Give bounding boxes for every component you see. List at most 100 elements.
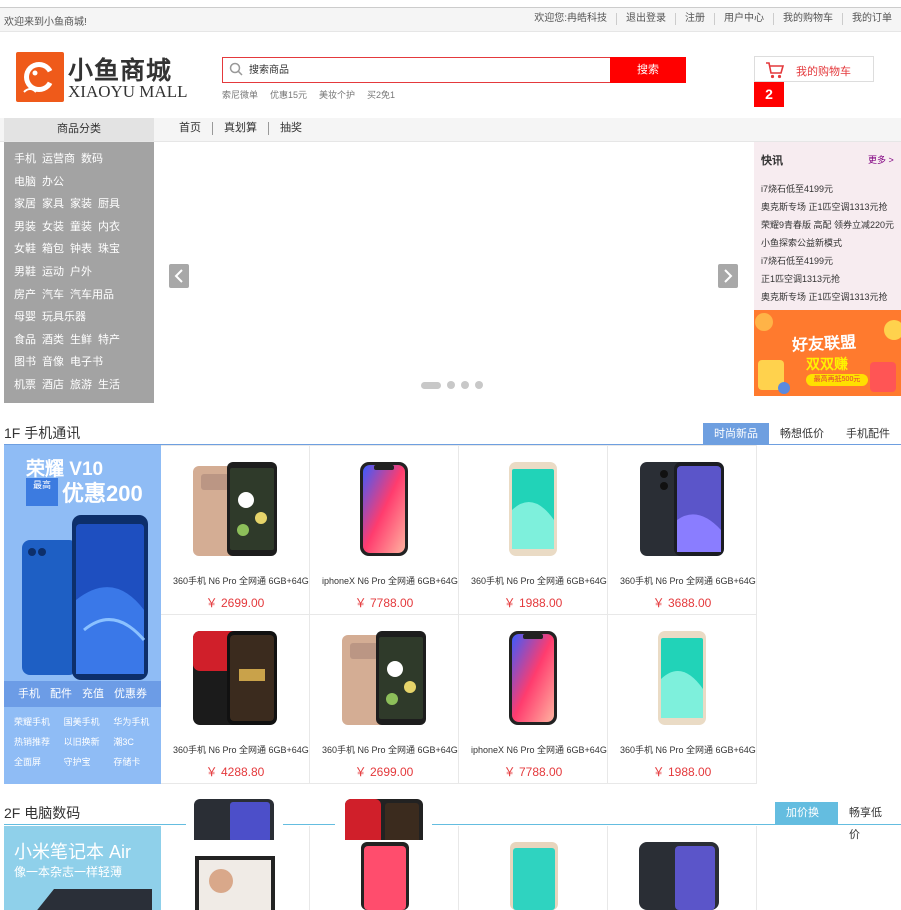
category-link[interactable]: 汽车 bbox=[42, 289, 64, 301]
floating-product-tile[interactable] bbox=[335, 797, 432, 840]
category-link[interactable]: 酒类 bbox=[42, 334, 64, 346]
product-name[interactable]: 360手机 N6 Pro 全网通 6GB+64GB bbox=[608, 574, 756, 587]
news-item[interactable]: 荣耀9青春版 高配 领券立减220元 bbox=[761, 216, 894, 234]
hot-word-link[interactable]: 买2免1 bbox=[367, 88, 395, 101]
carousel-dot[interactable] bbox=[475, 381, 483, 389]
product-card[interactable]: 360手机 N6 Pro 全网通 6GB+64GB ￥ 3688.00 bbox=[608, 446, 757, 615]
hot-word-link[interactable]: 优惠15元 bbox=[270, 88, 307, 101]
carousel-dot[interactable] bbox=[447, 381, 455, 389]
product-name[interactable]: iphoneX N6 Pro 全网通 6GB+64GB bbox=[310, 574, 458, 587]
product-name[interactable]: 360手机 N6 Pro 全网通 6GB+64GB bbox=[310, 743, 458, 756]
news-item[interactable]: 奥克斯专场 正1匹空调1313元抢 bbox=[761, 198, 894, 216]
banner-nav-accessories[interactable]: 配件 bbox=[50, 681, 72, 707]
tab-add-on-deal[interactable]: 加价换购 bbox=[775, 802, 838, 841]
category-link[interactable]: 图书 bbox=[14, 356, 36, 368]
category-link[interactable]: 办公 bbox=[42, 176, 64, 188]
category-link[interactable]: 男装 bbox=[14, 221, 36, 233]
banner-link[interactable]: 荣耀手机 bbox=[14, 715, 60, 728]
category-link[interactable]: 房产 bbox=[14, 289, 36, 301]
banner-link[interactable]: 华为手机 bbox=[113, 715, 159, 728]
hot-word-link[interactable]: 索尼微单 bbox=[222, 88, 258, 101]
category-title[interactable]: 商品分类 bbox=[4, 118, 154, 141]
floor2-banner[interactable]: 小米笔记本 Air 像一本杂志一样轻薄 bbox=[4, 826, 161, 910]
hot-word-link[interactable]: 美妆个护 bbox=[319, 88, 355, 101]
search-input[interactable] bbox=[249, 61, 549, 79]
user-greeting-link[interactable]: 欢迎您:冉皓科技 bbox=[525, 13, 616, 25]
category-link[interactable]: 女鞋 bbox=[14, 243, 36, 255]
register-link[interactable]: 注册 bbox=[675, 13, 714, 25]
banner-link[interactable]: 全面屏 bbox=[14, 755, 60, 768]
category-link[interactable]: 电子书 bbox=[70, 356, 103, 368]
banner-link[interactable]: 以旧换新 bbox=[64, 735, 110, 748]
my-cart-link[interactable]: 我的购物车 bbox=[773, 13, 842, 25]
category-link[interactable]: 家具 bbox=[42, 198, 64, 210]
category-link[interactable]: 内衣 bbox=[98, 221, 120, 233]
category-link[interactable]: 运营商 bbox=[42, 153, 75, 165]
category-link[interactable]: 酒店 bbox=[42, 379, 64, 391]
product-name[interactable]: 360手机 N6 Pro 全网通 6GB+64GB bbox=[608, 743, 756, 756]
banner-link[interactable]: 热销推荐 bbox=[14, 735, 60, 748]
product-card[interactable]: 360手机 N6 Pro 全网通 6GB+64GB ￥ 1988.00 bbox=[459, 446, 608, 615]
floor1-banner[interactable]: 荣耀 V10 最高 优惠200 手机 配件 充值 优惠券 荣耀手机 国美手机 华为手… bbox=[4, 445, 161, 784]
product-name[interactable]: 360手机 N6 Pro 全网通 6GB+64GB bbox=[161, 574, 309, 587]
category-link[interactable]: 家装 bbox=[70, 198, 92, 210]
banner-link[interactable]: 国美手机 bbox=[64, 715, 110, 728]
category-link[interactable]: 机票 bbox=[14, 379, 36, 391]
user-center-link[interactable]: 用户中心 bbox=[714, 13, 773, 25]
my-orders-link[interactable]: 我的订单 bbox=[842, 13, 901, 25]
news-item[interactable]: 小鱼探索公益新模式 bbox=[761, 234, 894, 252]
product-card[interactable]: iphoneX N6 Pro 全网通 6GB+64GB ￥ 7788.00 bbox=[459, 615, 608, 784]
banner-nav-recharge[interactable]: 充值 bbox=[82, 681, 104, 707]
category-link[interactable]: 手机 bbox=[14, 153, 36, 165]
category-link[interactable]: 运动 bbox=[42, 266, 64, 278]
category-link[interactable]: 生鲜 bbox=[70, 334, 92, 346]
news-item[interactable]: i7烧石低至4199元 bbox=[761, 252, 894, 270]
carousel-next-button[interactable] bbox=[718, 264, 738, 288]
banner-link[interactable]: 存储卡 bbox=[113, 755, 159, 768]
promo-ad[interactable]: 好友联盟 双双赚 最高再抵500元 bbox=[754, 310, 901, 396]
category-link[interactable]: 母婴 bbox=[14, 311, 36, 323]
tab-accessories[interactable]: 手机配件 bbox=[835, 423, 901, 445]
banner-link[interactable]: 潮3C bbox=[113, 735, 159, 748]
product-name[interactable]: iphoneX N6 Pro 全网通 6GB+64GB bbox=[459, 743, 607, 756]
category-link[interactable]: 童装 bbox=[70, 221, 92, 233]
carousel-prev-button[interactable] bbox=[169, 264, 189, 288]
tab-low-price[interactable]: 畅想低价 bbox=[769, 423, 835, 445]
banner-link[interactable]: 守护宝 bbox=[64, 755, 110, 768]
category-link[interactable]: 厨具 bbox=[98, 198, 120, 210]
news-item[interactable]: 正1匹空调1313元抢 bbox=[761, 270, 894, 288]
product-name[interactable]: 360手机 N6 Pro 全网通 6GB+64GB bbox=[459, 574, 607, 587]
category-link[interactable]: 箱包 bbox=[42, 243, 64, 255]
news-more-link[interactable]: 更多 > bbox=[868, 153, 894, 166]
news-item[interactable]: i7烧石低至4199元 bbox=[761, 180, 894, 198]
product-card[interactable]: 360手机 N6 Pro 全网通 6GB+64GB ￥ 2699.00 bbox=[161, 446, 310, 615]
news-item[interactable]: 奥克斯专场 正1匹空调1313元抢 bbox=[761, 288, 894, 306]
floating-product-tile[interactable] bbox=[186, 797, 283, 840]
product-card[interactable]: iphoneX N6 Pro 全网通 6GB+64GB ￥ 7788.00 bbox=[310, 446, 459, 615]
product-name[interactable]: 360手机 N6 Pro 全网通 6GB+64GB bbox=[161, 743, 309, 756]
tab-new-arrivals[interactable]: 时尚新品 bbox=[703, 423, 769, 445]
nav-lottery[interactable]: 抽奖 bbox=[268, 122, 313, 135]
category-link[interactable]: 女装 bbox=[42, 221, 64, 233]
product-card[interactable]: 360手机 N6 Pro 全网通 6GB+64GB ￥ 1988.00 bbox=[608, 615, 757, 784]
category-link[interactable]: 旅游 bbox=[70, 379, 92, 391]
category-link[interactable]: 音像 bbox=[42, 356, 64, 368]
category-link[interactable]: 特产 bbox=[98, 334, 120, 346]
tab-enjoy-low-price[interactable]: 畅享低价 bbox=[838, 802, 901, 841]
nav-deals[interactable]: 真划算 bbox=[212, 122, 268, 135]
logout-link[interactable]: 退出登录 bbox=[616, 13, 675, 25]
nav-home[interactable]: 首页 bbox=[168, 122, 212, 135]
product-card[interactable]: 360手机 N6 Pro 全网通 6GB+64GB ￥ 2699.00 bbox=[310, 615, 459, 784]
banner-nav-phones[interactable]: 手机 bbox=[18, 681, 40, 707]
category-link[interactable]: 玩具乐器 bbox=[42, 311, 86, 323]
carousel-dot[interactable] bbox=[421, 381, 441, 389]
category-link[interactable]: 珠宝 bbox=[98, 243, 120, 255]
category-link[interactable]: 男鞋 bbox=[14, 266, 36, 278]
logo-fish-icon[interactable] bbox=[16, 52, 64, 102]
category-link[interactable]: 钟表 bbox=[70, 243, 92, 255]
category-link[interactable]: 食品 bbox=[14, 334, 36, 346]
category-link[interactable]: 数码 bbox=[81, 153, 103, 165]
category-link[interactable]: 生活 bbox=[98, 379, 120, 391]
category-link[interactable]: 户外 bbox=[70, 266, 92, 278]
category-link[interactable]: 电脑 bbox=[14, 176, 36, 188]
